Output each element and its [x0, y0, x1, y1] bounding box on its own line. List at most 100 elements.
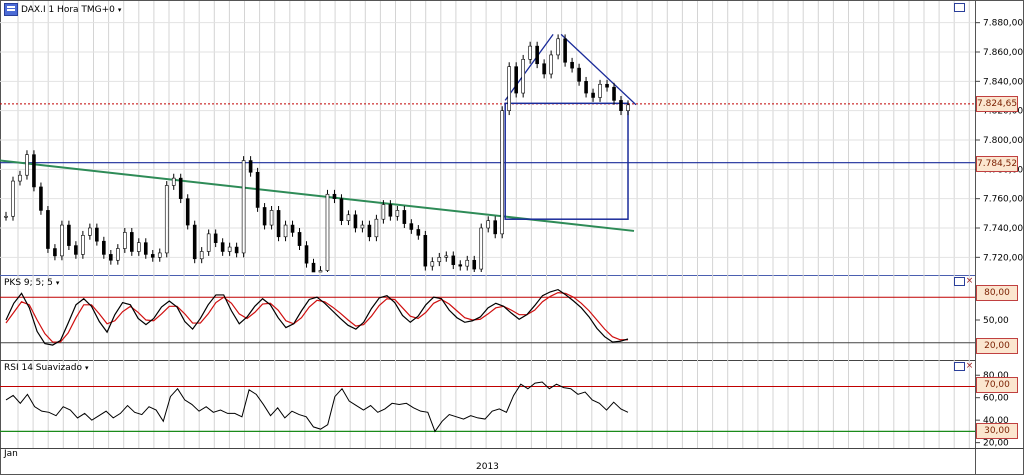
y-tick-label: 7.720,00	[983, 253, 1023, 263]
candle-body	[297, 232, 302, 246]
candle-body	[220, 242, 225, 252]
pks-pane-header[interactable]: PKS 9; 5; 5 ▾	[4, 278, 59, 288]
candle-body	[528, 45, 532, 60]
close-icon[interactable]: ×	[965, 277, 974, 286]
maximize-pane-button[interactable]	[954, 277, 965, 286]
candle-body	[67, 224, 71, 246]
dropdown-arrow-icon[interactable]: ▾	[118, 6, 122, 14]
maximize-pane-button[interactable]	[954, 3, 965, 12]
candle-body	[493, 220, 498, 235]
candle-body	[465, 259, 470, 267]
y-tick-label: 7.740,00	[983, 224, 1023, 234]
chart-canvas: 7.880,007.860,007.840,007.820,007.800,00…	[0, 0, 1024, 475]
main-pane-title: DAX.I 1 Hora TMG+0	[21, 4, 115, 15]
price-tag-resistance: 7.784,52	[976, 156, 1018, 172]
candle-body	[374, 218, 379, 238]
candle-body	[290, 224, 295, 233]
candle-body	[129, 232, 134, 252]
candle-body	[185, 198, 190, 226]
candle-body	[584, 81, 588, 94]
candle-body	[102, 240, 106, 255]
database-icon	[4, 3, 18, 16]
main-pane-header[interactable]: DAX.I 1 Hora TMG+0 ▾	[4, 3, 121, 16]
close-icon[interactable]: ×	[965, 362, 974, 371]
candle-body	[605, 83, 609, 88]
level-tag-80: 80,00	[976, 285, 1018, 301]
candle-body	[255, 171, 260, 208]
candle-body	[325, 193, 330, 271]
pks-pane-title: PKS 9; 5; 5	[4, 278, 53, 288]
candle-body	[171, 177, 176, 186]
y-tick-label: 7.800,00	[983, 136, 1023, 146]
candle-body	[458, 264, 463, 267]
y-tick-label: 50,00	[983, 316, 1009, 326]
candle-body	[402, 210, 407, 224]
level-tag-20: 20,00	[976, 338, 1018, 354]
candle-body	[542, 63, 546, 75]
candle-body	[479, 227, 484, 270]
candle-body	[234, 246, 239, 254]
level-tag-30: 30,00	[976, 423, 1018, 439]
candle-body	[178, 177, 183, 199]
candle-body	[4, 215, 8, 218]
time-label-year: 2013	[476, 462, 499, 472]
candle-body	[116, 248, 120, 261]
candle-body	[143, 242, 148, 255]
candle-body	[416, 229, 421, 236]
candle-body	[32, 154, 36, 188]
y-tick-label: 7.760,00	[983, 195, 1023, 205]
candle-body	[136, 242, 141, 252]
candle-body	[53, 248, 57, 257]
candle-body	[150, 254, 155, 258]
candle-body	[311, 262, 316, 273]
candle-body	[360, 224, 365, 229]
candle-body	[500, 110, 505, 235]
candle-body	[423, 235, 428, 267]
maximize-pane-button[interactable]	[954, 362, 965, 371]
candle-body	[598, 83, 602, 98]
candle-body	[514, 66, 518, 94]
candle-body	[451, 255, 456, 265]
candle-body	[486, 220, 491, 229]
candle-body	[535, 45, 539, 65]
candle-body	[626, 104, 630, 111]
candle-body	[388, 204, 393, 217]
candle-body	[444, 255, 449, 258]
level-tag-70: 70,00	[976, 377, 1018, 393]
candle-body	[395, 210, 400, 217]
dropdown-arrow-icon[interactable]: ▾	[56, 279, 60, 287]
y-tick-label: 7.880,00	[983, 19, 1023, 29]
candle-body	[157, 252, 162, 258]
candle-body	[472, 259, 477, 270]
candle-body	[276, 210, 281, 238]
candle-body	[199, 251, 204, 260]
candle-body	[95, 227, 99, 242]
candle-body	[109, 254, 113, 261]
candle-body	[18, 174, 22, 182]
y-tick-label: 7.840,00	[983, 77, 1023, 87]
candle-body	[521, 59, 525, 94]
candle-body	[409, 223, 414, 230]
rsi-pane-title: RSI 14 Suavizado	[4, 363, 83, 373]
candle-body	[164, 185, 169, 254]
candle-body	[381, 204, 386, 220]
candle-body	[74, 245, 78, 255]
candle-body	[227, 246, 232, 252]
candle-body	[262, 207, 267, 226]
candle-body	[556, 38, 560, 56]
dropdown-arrow-icon[interactable]: ▾	[85, 364, 89, 372]
y-tick-label: 60,00	[983, 394, 1009, 404]
candle-body	[507, 66, 511, 111]
candle-body	[430, 261, 435, 267]
candle-body	[269, 210, 274, 226]
time-label-jan: Jan	[4, 449, 18, 459]
candle-body	[437, 257, 442, 263]
candle-body	[213, 233, 218, 243]
candle-body	[25, 154, 29, 176]
candle-body	[577, 67, 581, 82]
y-tick-label: 20,00	[983, 439, 1009, 449]
candle-body	[46, 210, 50, 249]
candle-body	[123, 232, 127, 249]
rsi-pane-header[interactable]: RSI 14 Suavizado ▾	[4, 363, 89, 373]
candle-body	[304, 245, 309, 264]
